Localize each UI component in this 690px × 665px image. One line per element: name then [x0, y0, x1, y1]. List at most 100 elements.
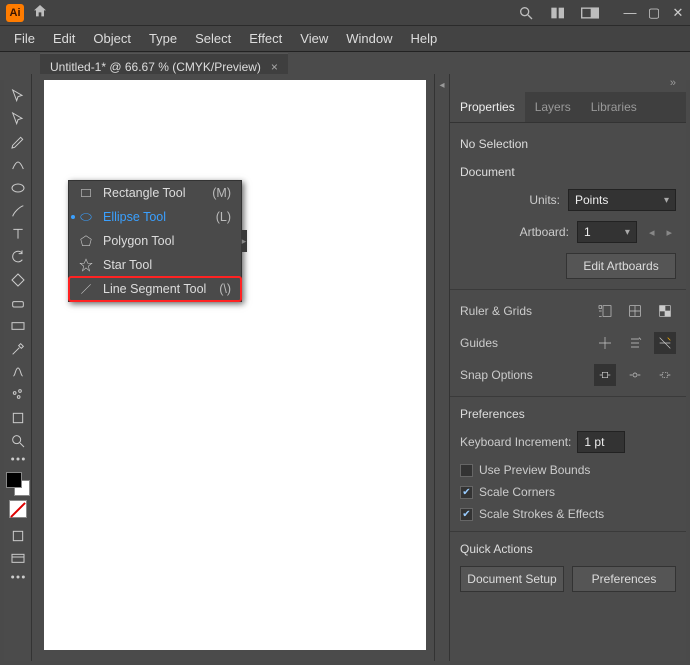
guides-lock-icon[interactable] — [624, 332, 646, 354]
snap-grid-icon[interactable] — [624, 364, 646, 386]
tool-paintbrush[interactable] — [4, 199, 32, 222]
arrange-docs-icon[interactable] — [542, 0, 574, 26]
window-maximize[interactable]: ▢ — [642, 0, 666, 26]
rulers-toggle-icon[interactable] — [594, 300, 616, 322]
flyout-star[interactable]: Star Tool — [69, 253, 241, 277]
tab-properties[interactable]: Properties — [450, 92, 525, 122]
tool-eyedropper[interactable] — [4, 337, 32, 360]
artboard-next[interactable]: ▸ — [662, 226, 676, 239]
smart-guides-icon[interactable] — [654, 332, 676, 354]
tab-layers[interactable]: Layers — [525, 92, 581, 122]
preferences-section-header: Preferences — [460, 407, 676, 421]
tool-gradient[interactable] — [4, 314, 32, 337]
edit-artboards-button[interactable]: Edit Artboards — [566, 253, 676, 279]
flyout-polygon[interactable]: Polygon Tool — [69, 229, 241, 253]
chevron-down-icon: ▾ — [625, 227, 630, 238]
tool-type[interactable] — [4, 222, 32, 245]
grid-toggle-icon[interactable] — [624, 300, 646, 322]
fill-swatch[interactable] — [6, 472, 22, 488]
use-preview-bounds-label: Use Preview Bounds — [479, 463, 590, 477]
titlebar: Ai — ▢ ✕ — [0, 0, 690, 26]
selection-status: No Selection — [460, 137, 676, 151]
tab-libraries[interactable]: Libraries — [581, 92, 647, 122]
tool-zoom[interactable] — [4, 429, 32, 452]
tool-eraser[interactable] — [4, 291, 32, 314]
menu-window[interactable]: Window — [338, 29, 400, 48]
panel-collapse-strip[interactable]: ◂ — [434, 74, 450, 661]
artboard[interactable] — [44, 80, 426, 650]
guides-show-icon[interactable] — [594, 332, 616, 354]
scale-corners-label: Scale Corners — [479, 485, 555, 499]
preferences-button[interactable]: Preferences — [572, 566, 676, 592]
tool-symbol-sprayer[interactable] — [4, 383, 32, 406]
menu-type[interactable]: Type — [141, 29, 185, 48]
tool-shape-builder[interactable] — [4, 268, 32, 291]
flyout-tearoff-handle[interactable]: ▸ — [241, 230, 247, 252]
guides-label: Guides — [460, 336, 498, 350]
flyout-ellipse[interactable]: Ellipse Tool (L) — [69, 205, 241, 229]
tool-more[interactable] — [4, 452, 32, 466]
scale-strokes-checkbox[interactable]: ✔ — [460, 508, 473, 521]
menu-view[interactable]: View — [292, 29, 336, 48]
ruler-grids-label: Ruler & Grids — [460, 304, 532, 318]
keyboard-increment-field[interactable]: 1 pt — [577, 431, 625, 453]
units-select[interactable]: Points ▾ — [568, 189, 676, 211]
scale-corners-checkbox[interactable]: ✔ — [460, 486, 473, 499]
search-icon[interactable] — [510, 0, 542, 26]
menu-object[interactable]: Object — [85, 29, 139, 48]
artboard-select[interactable]: 1 ▾ — [577, 221, 637, 243]
snap-point-icon[interactable] — [594, 364, 616, 386]
tool-pen[interactable] — [4, 130, 32, 153]
keyboard-increment-label: Keyboard Increment: — [460, 435, 571, 449]
document-setup-button[interactable]: Document Setup — [460, 566, 564, 592]
tool-selection[interactable] — [4, 84, 32, 107]
tool-rotate[interactable] — [4, 245, 32, 268]
document-tab-label: Untitled-1* @ 66.67 % (CMYK/Preview) — [50, 60, 261, 74]
flyout-item-label: Rectangle Tool — [103, 186, 185, 200]
menu-help[interactable]: Help — [402, 29, 445, 48]
flyout-rectangle[interactable]: Rectangle Tool (M) — [69, 181, 241, 205]
flyout-line-segment[interactable]: Line Segment Tool (\) — [68, 276, 242, 302]
home-icon[interactable] — [32, 3, 48, 22]
menu-edit[interactable]: Edit — [45, 29, 83, 48]
toolbar — [4, 74, 32, 661]
chevron-down-icon: ▾ — [664, 195, 669, 206]
tool-blend[interactable] — [4, 360, 32, 383]
flyout-item-shortcut: (\) — [219, 282, 231, 296]
use-preview-bounds-checkbox[interactable] — [460, 464, 473, 477]
app-logo[interactable]: Ai — [6, 4, 24, 22]
toolbar-edit[interactable] — [4, 570, 32, 584]
close-icon[interactable]: × — [271, 60, 278, 74]
quick-actions-header: Quick Actions — [460, 542, 676, 556]
transparency-grid-icon[interactable] — [654, 300, 676, 322]
tool-direct-selection[interactable] — [4, 107, 32, 130]
tool-screen-mode[interactable] — [4, 547, 32, 570]
flyout-item-label: Line Segment Tool — [103, 282, 206, 296]
document-section-header: Document — [460, 165, 676, 179]
artboard-prev[interactable]: ◂ — [645, 226, 659, 239]
menu-select[interactable]: Select — [187, 29, 239, 48]
window-minimize[interactable]: — — [618, 0, 642, 26]
tool-curvature[interactable] — [4, 153, 32, 176]
tool-draw-normal[interactable] — [4, 524, 32, 547]
canvas[interactable]: Rectangle Tool (M) Ellipse Tool (L) Poly… — [32, 74, 434, 661]
menu-file[interactable]: File — [6, 29, 43, 48]
shape-tool-flyout: Rectangle Tool (M) Ellipse Tool (L) Poly… — [68, 180, 242, 302]
panel-tabs: Properties Layers Libraries — [450, 92, 686, 123]
panel-menu-icon[interactable]: » — [670, 77, 676, 89]
flyout-item-label: Star Tool — [103, 258, 152, 272]
snap-options-label: Snap Options — [460, 368, 533, 382]
fill-stroke-swatches[interactable] — [6, 472, 30, 496]
menu-effect[interactable]: Effect — [241, 29, 290, 48]
workspace-switcher-icon[interactable] — [574, 0, 606, 26]
tool-artboard[interactable] — [4, 406, 32, 429]
units-label: Units: — [529, 193, 560, 207]
properties-panel: » Properties Layers Libraries No Selecti… — [450, 74, 686, 661]
tool-shape[interactable] — [4, 176, 32, 199]
flyout-item-shortcut: (M) — [212, 186, 231, 200]
none-swatch-icon[interactable] — [9, 500, 27, 518]
snap-pixel-icon[interactable] — [654, 364, 676, 386]
flyout-item-label: Ellipse Tool — [103, 210, 166, 224]
artboard-label: Artboard: — [520, 225, 569, 239]
window-close[interactable]: ✕ — [666, 0, 690, 26]
